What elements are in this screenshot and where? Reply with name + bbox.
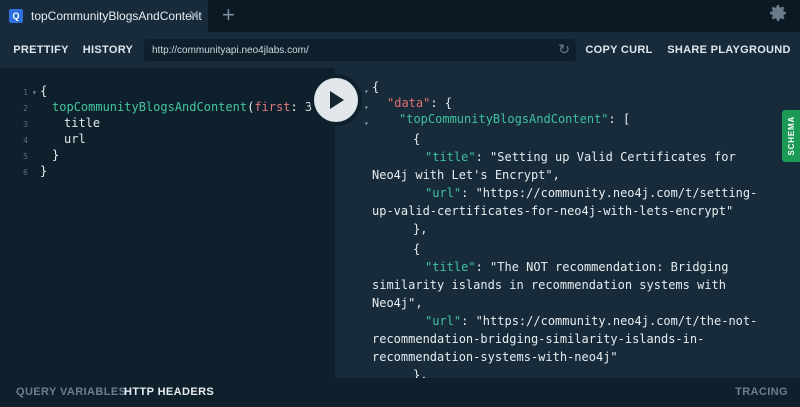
result-title-line: Neo4j with Let's Encrypt",	[372, 168, 560, 182]
tab-title: topCommunityBlogsAndContent	[31, 9, 202, 23]
line-number: 6	[23, 168, 28, 177]
gear-icon[interactable]	[768, 3, 788, 29]
item-open-brace: {	[413, 242, 421, 256]
graphql-badge-icon: Q	[9, 9, 23, 23]
query-name: topCommunityBlogsAndContent	[52, 100, 248, 114]
copy-curl-button[interactable]: COPY CURL	[582, 39, 656, 61]
endpoint-field: ↻	[144, 39, 576, 61]
schema-tab[interactable]: SCHEMA	[782, 110, 800, 162]
line-number: 3	[23, 120, 28, 129]
play-icon	[330, 91, 344, 109]
reload-icon[interactable]: ↻	[558, 41, 570, 58]
query-open-brace: {	[40, 84, 48, 98]
line-number: 1	[23, 88, 28, 97]
result-url-line: up-valid-certificates-for-neo4j-with-let…	[372, 204, 734, 218]
result-url-line: "url": "https://community.neo4j.com/t/th…	[425, 314, 758, 328]
fold-arrow-icon[interactable]: ▾	[364, 87, 369, 96]
schema-label: SCHEMA	[786, 116, 796, 156]
query-editor[interactable]: 1 2 3 4 5 6 ▾ { topCommunityBlogsAndCont…	[0, 68, 335, 378]
result-pane: ▾ { ▾ "data": { ▾ "topCommunityBlogsAndC…	[335, 68, 800, 382]
fold-arrow-icon[interactable]: ▾	[364, 103, 369, 112]
close-icon[interactable]: ✕	[188, 7, 200, 24]
query-line: topCommunityBlogsAndContent(first: 3) {	[52, 100, 334, 114]
run-query-button[interactable]	[314, 78, 358, 122]
query-variables-tab[interactable]: QUERY VARIABLES	[16, 386, 126, 398]
result-title-line: similarity islands in recommendation sys…	[372, 278, 727, 292]
result-title-line: "title": "Setting up Valid Certificates …	[425, 150, 736, 164]
result-title-line: "title": "The NOT recommendation: Bridgi…	[425, 260, 729, 274]
result-title-line: Neo4j",	[372, 296, 423, 310]
item-close-brace: },	[413, 222, 428, 236]
field-title: title	[64, 116, 101, 130]
tab-active-query[interactable]: Q topCommunityBlogsAndContent ✕	[0, 0, 208, 32]
line-number: 2	[23, 104, 28, 113]
tab-bar: Q topCommunityBlogsAndContent ✕ +	[0, 0, 800, 32]
result-url-line: recommendation-systems-with-neo4j"	[372, 350, 618, 364]
result-url-line: "url": "https://community.neo4j.com/t/se…	[425, 186, 758, 200]
result-url-line: recommendation-bridging-similarity-islan…	[372, 332, 705, 346]
fold-arrow-icon[interactable]: ▾	[32, 88, 37, 97]
line-number: 4	[23, 136, 28, 145]
line-number: 5	[23, 152, 28, 161]
result-open-brace: {	[372, 80, 380, 94]
close-inner-brace: }	[52, 148, 60, 162]
history-button[interactable]: HISTORY	[80, 39, 136, 61]
share-playground-button[interactable]: SHARE PLAYGROUND	[664, 39, 794, 61]
field-url: url	[64, 132, 86, 146]
item-open-brace: {	[413, 132, 421, 146]
endpoint-input[interactable]	[152, 42, 552, 58]
close-outer-brace: }	[40, 164, 48, 178]
toolbar: PRETTIFY HISTORY ↻ COPY CURL SHARE PLAYG…	[0, 32, 800, 68]
fold-arrow-icon[interactable]: ▾	[364, 119, 369, 128]
bottom-bar: QUERY VARIABLES HTTP HEADERS TRACING	[0, 378, 800, 407]
add-tab-icon[interactable]: +	[222, 4, 235, 26]
http-headers-tab[interactable]: HTTP HEADERS	[124, 386, 214, 398]
list-line: "topCommunityBlogsAndContent": [	[399, 112, 631, 126]
prettify-button[interactable]: PRETTIFY	[8, 39, 74, 61]
tracing-tab[interactable]: TRACING	[735, 386, 788, 398]
arg-name: first	[254, 100, 291, 114]
